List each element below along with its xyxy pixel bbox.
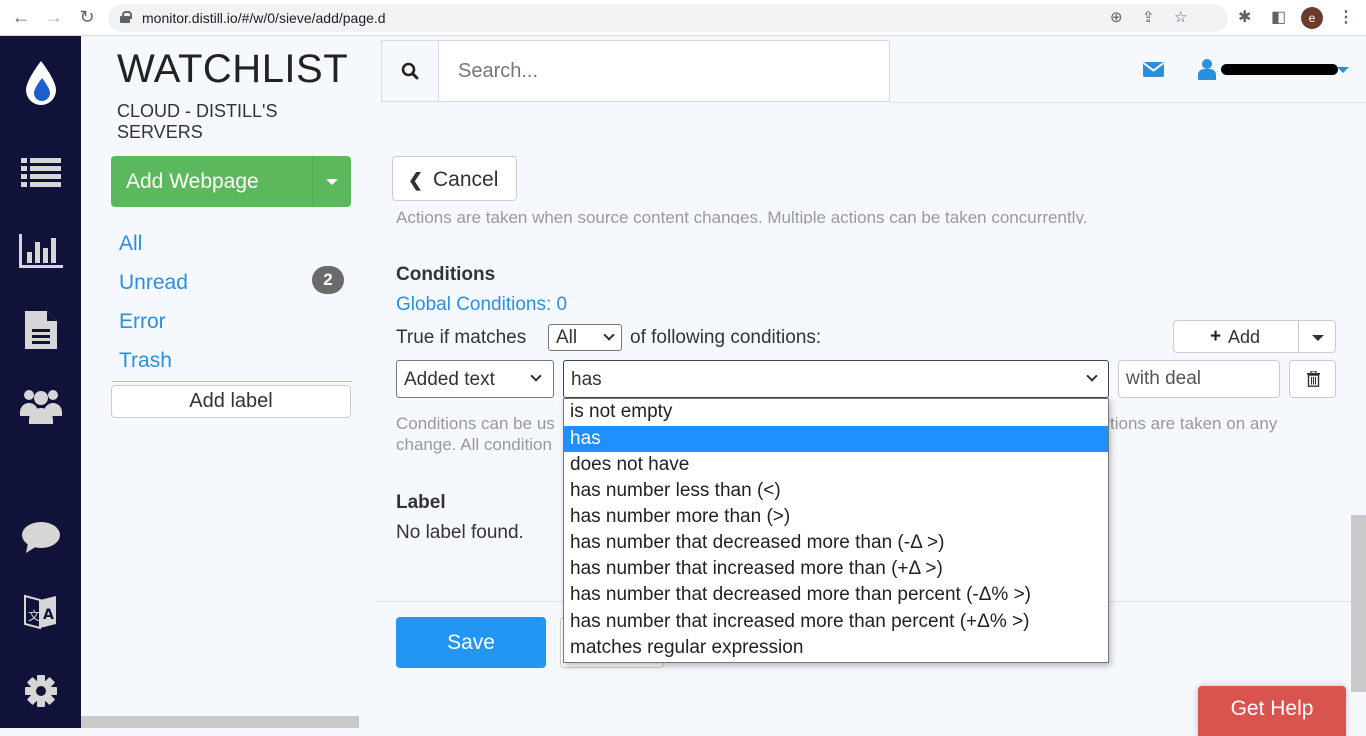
caret-down-icon[interactable] xyxy=(1312,335,1324,341)
reload-icon[interactable]: ↻ xyxy=(76,7,98,28)
watchlist-sidebar: WATCHLIST CLOUD - DISTILL'S SERVERS Add … xyxy=(81,36,359,728)
url-text: monitor.distill.io/#/w/0/sieve/add/page.… xyxy=(142,10,386,26)
header-divider xyxy=(890,102,1366,103)
app-subtitle: CLOUD - DISTILL'S SERVERS xyxy=(117,101,278,142)
condition-field-value: Added text xyxy=(404,369,495,390)
add-webpage-button[interactable]: Add Webpage xyxy=(111,156,351,207)
cancel-button[interactable]: ❮ Cancel xyxy=(392,156,517,201)
search-box xyxy=(381,40,890,102)
sidebar-item-all[interactable]: All xyxy=(119,232,142,256)
chevron-left-icon: ❮ xyxy=(408,170,424,190)
distill-logo-icon[interactable] xyxy=(24,60,58,106)
conditions-help-text-line2: change. All condition xyxy=(396,435,552,454)
cancel-label: Cancel xyxy=(433,168,499,191)
condition-value-input[interactable] xyxy=(1118,360,1280,398)
search-button[interactable] xyxy=(382,41,439,101)
chevron-down-icon xyxy=(603,329,615,341)
list-icon[interactable] xyxy=(21,156,61,188)
settings-gear-icon[interactable] xyxy=(24,674,58,708)
search-input[interactable] xyxy=(440,41,889,101)
no-label-text: No label found. xyxy=(396,522,524,543)
operator-options-list: is not empty has does not have has numbe… xyxy=(563,398,1109,663)
share-icon[interactable]: ⇪ xyxy=(1142,8,1155,26)
caret-down-icon[interactable] xyxy=(326,179,338,185)
side-panel-icon[interactable]: ◧ xyxy=(1271,7,1286,27)
get-help-button[interactable]: Get Help xyxy=(1198,686,1346,736)
sidebar-divider xyxy=(112,381,352,382)
caret-down-icon[interactable] xyxy=(1337,67,1349,73)
trash-icon xyxy=(1307,371,1320,387)
save-button[interactable]: Save xyxy=(396,617,546,668)
conditions-help-text-end: tions are taken on any xyxy=(1110,414,1278,433)
address-bar[interactable]: monitor.distill.io/#/w/0/sieve/add/page.… xyxy=(108,4,1228,32)
chat-icon[interactable] xyxy=(22,521,60,555)
reports-chart-icon[interactable] xyxy=(19,234,63,268)
option-does-not-have[interactable]: does not have xyxy=(564,452,1108,478)
option-is-not-empty[interactable]: is not empty xyxy=(564,399,1108,425)
svg-text:文: 文 xyxy=(28,608,40,623)
match-mode-value: All xyxy=(556,327,578,348)
true-if-matches-label: True if matches xyxy=(396,327,527,348)
document-icon[interactable] xyxy=(25,311,57,349)
mail-icon[interactable] xyxy=(1143,62,1164,77)
option-number-increased-percent[interactable]: has number that increased more than perc… xyxy=(564,609,1108,635)
app-title: WATCHLIST xyxy=(117,47,349,91)
search-icon xyxy=(401,62,419,80)
zoom-icon[interactable]: ⊕ xyxy=(1110,8,1123,26)
conditions-help-text: Conditions can be us xyxy=(396,414,555,433)
option-number-less-than[interactable]: has number less than (<) xyxy=(564,478,1108,504)
option-has[interactable]: has xyxy=(564,426,1108,452)
condition-operator-value: has xyxy=(571,369,602,390)
condition-operator-select[interactable]: has xyxy=(563,360,1109,398)
option-number-more-than[interactable]: has number more than (>) xyxy=(564,504,1108,530)
unread-count-badge: 2 xyxy=(312,266,344,294)
option-matches-regex[interactable]: matches regular expression xyxy=(564,635,1108,661)
match-mode-select[interactable]: All xyxy=(548,324,622,351)
option-number-decreased-percent[interactable]: has number that decreased more than perc… xyxy=(564,582,1108,608)
add-condition-button-group: + Add xyxy=(1173,320,1336,353)
conditions-heading: Conditions xyxy=(396,264,496,285)
label-heading: Label xyxy=(396,492,446,513)
browser-toolbar: ← → ↻ monitor.distill.io/#/w/0/sieve/add… xyxy=(0,0,1366,36)
split-divider xyxy=(1298,321,1299,352)
page-vertical-scrollbar[interactable] xyxy=(1351,515,1366,692)
lock-icon xyxy=(120,11,132,23)
translate-icon[interactable]: 文 A xyxy=(24,594,58,632)
actions-help-label: Actions are taken when source content ch… xyxy=(396,208,1088,224)
icon-rail: 文 A xyxy=(0,36,81,728)
bookmark-star-icon[interactable]: ☆ xyxy=(1174,8,1187,26)
condition-field-select[interactable]: Added text xyxy=(396,360,554,398)
option-number-increased[interactable]: has number that increased more than (+Δ … xyxy=(564,556,1108,582)
user-icon xyxy=(1198,59,1216,80)
menu-kebab-icon[interactable]: ⋮ xyxy=(1338,7,1354,27)
sidebar-item-unread[interactable]: Unread xyxy=(119,271,188,295)
back-icon[interactable]: ← xyxy=(10,7,32,28)
split-divider xyxy=(312,156,313,207)
delete-condition-button[interactable] xyxy=(1289,360,1336,398)
global-conditions-link[interactable]: Global Conditions: 0 xyxy=(396,294,567,316)
chevron-down-icon xyxy=(530,370,542,382)
sidebar-item-error[interactable]: Error xyxy=(119,310,166,334)
extensions-icon[interactable]: ✱ xyxy=(1238,7,1251,27)
add-label-button[interactable]: Add label xyxy=(111,385,351,418)
svg-text:A: A xyxy=(43,607,54,623)
forward-icon[interactable]: → xyxy=(43,7,65,28)
add-condition-button[interactable]: Add xyxy=(1228,327,1260,348)
team-icon[interactable] xyxy=(20,386,62,424)
option-number-decreased[interactable]: has number that decreased more than (-Δ … xyxy=(564,530,1108,556)
chevron-down-icon xyxy=(1086,370,1098,382)
sidebar-item-trash[interactable]: Trash xyxy=(119,349,172,373)
actions-help-text: Actions are taken when source content ch… xyxy=(396,204,1156,224)
sidebar-horizontal-scrollbar[interactable] xyxy=(81,716,359,728)
plus-icon[interactable]: + xyxy=(1210,326,1221,348)
user-menu[interactable] xyxy=(1198,58,1216,80)
profile-avatar[interactable]: e xyxy=(1301,7,1323,29)
username-redacted xyxy=(1221,64,1338,75)
add-webpage-label: Add Webpage xyxy=(126,170,259,193)
following-conditions-label: of following conditions: xyxy=(630,327,822,348)
